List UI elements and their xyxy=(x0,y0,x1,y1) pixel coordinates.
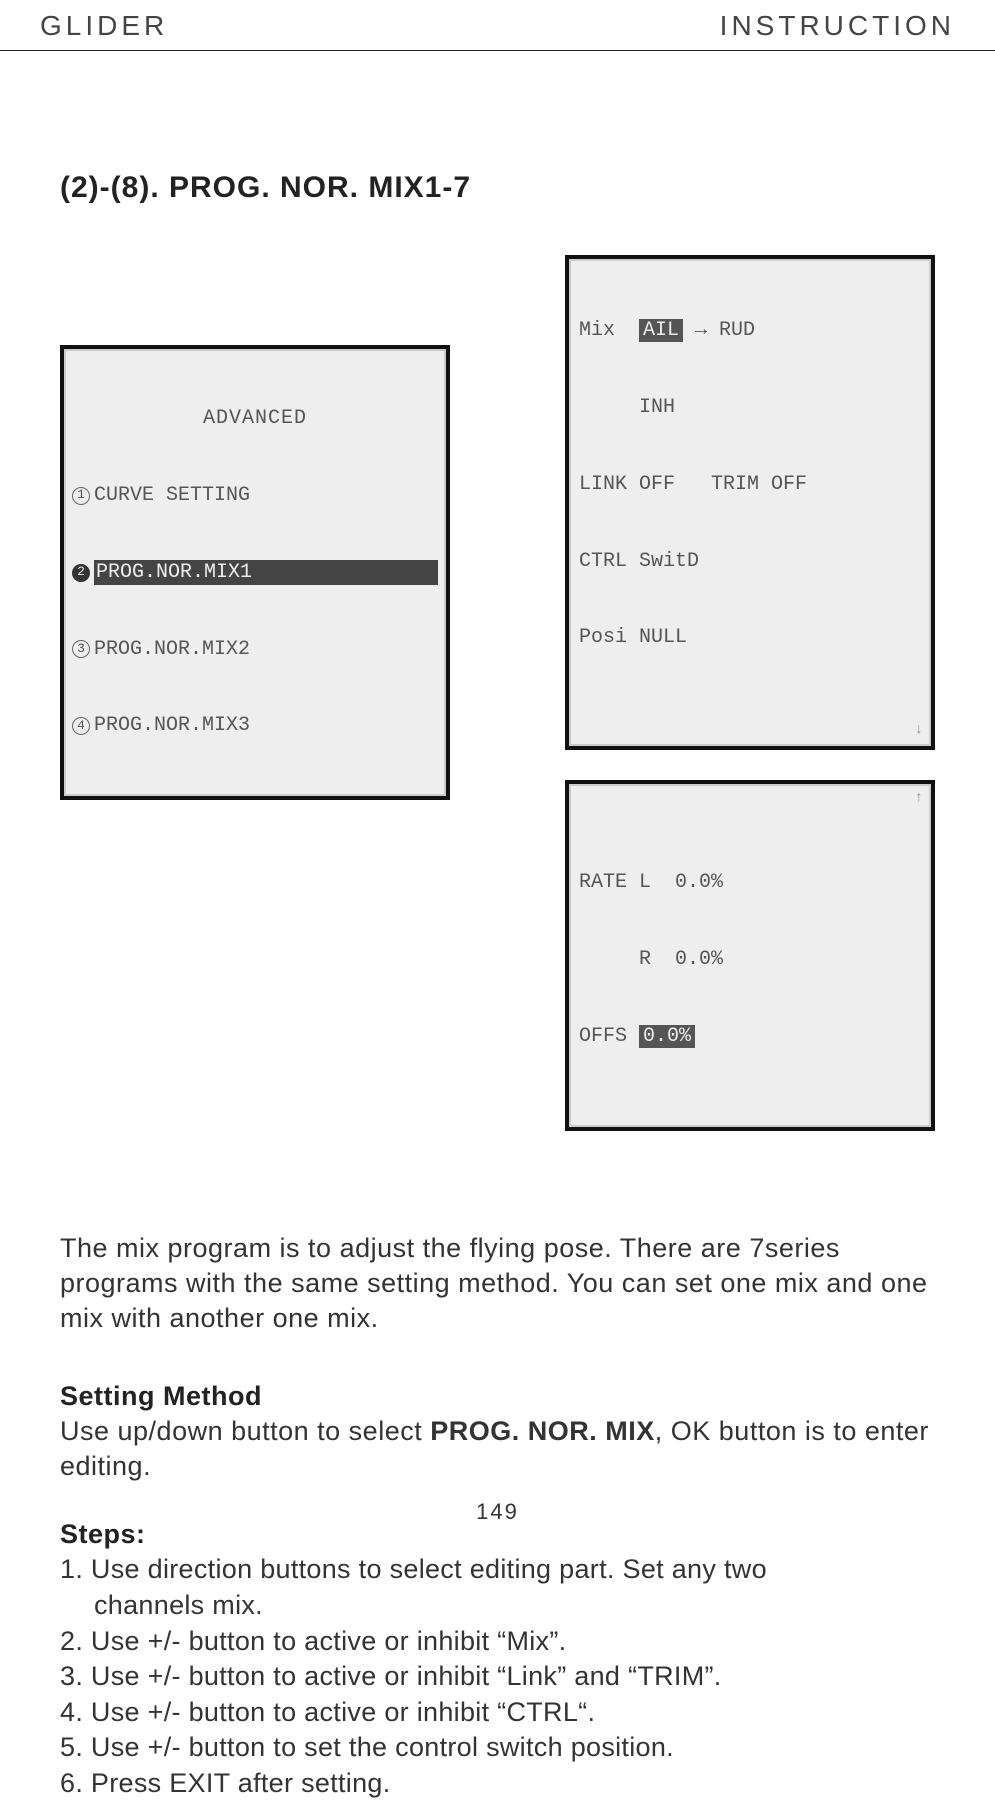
lcd-row-number: 2 xyxy=(72,564,90,582)
setting-method-body: Use up/down button to select PROG. NOR. … xyxy=(60,1414,935,1484)
setting-method-title: Setting Method xyxy=(60,1381,935,1412)
lcd-menu-row: 4 PROG.NOR.MIX3 xyxy=(68,713,442,739)
lcd-row-number: 4 xyxy=(72,717,90,735)
lcd-row-number: 3 xyxy=(72,640,90,658)
lcd-screenshots-row: ADVANCED 1 CURVE SETTING 2 PROG.NOR.MIX1… xyxy=(60,255,935,1131)
lcd-rate-line2: R 0.0% xyxy=(579,947,921,973)
setting-method-section: Setting Method Use up/down button to sel… xyxy=(60,1381,935,1484)
lcd-row-label-selected: PROG.NOR.MIX1 xyxy=(94,560,438,586)
lcd-right-column: Mix AIL → RUD INH LINK OFF TRIM OFF CTRL… xyxy=(565,255,935,1131)
lcd-menu-title: ADVANCED xyxy=(68,406,442,432)
steps-list: 1. Use direction buttons to select editi… xyxy=(60,1552,935,1801)
step-line: 4. Use +/- button to active or inhibit “… xyxy=(60,1695,935,1731)
step-line: 2. Use +/- button to active or inhibit “… xyxy=(60,1624,935,1660)
lcd-row-label: PROG.NOR.MIX2 xyxy=(94,637,250,663)
lcd-advanced-menu: ADVANCED 1 CURVE SETTING 2 PROG.NOR.MIX1… xyxy=(60,345,450,800)
lcd-rate-line3: OFFS 0.0% xyxy=(579,1024,921,1050)
step-line: 6. Press EXIT after setting. xyxy=(60,1766,935,1802)
lcd-mix-settings: Mix AIL → RUD INH LINK OFF TRIM OFF CTRL… xyxy=(565,255,935,750)
lcd-mix-line4: CTRL SwitD xyxy=(579,549,921,575)
header-right: INSTRUCTION xyxy=(720,10,955,42)
lcd-menu-row: 1 CURVE SETTING xyxy=(68,483,442,509)
lcd-row-number: 1 xyxy=(72,487,90,505)
section-title: (2)-(8). PROG. NOR. MIX1-7 xyxy=(60,171,935,205)
lcd-row-label: CURVE SETTING xyxy=(94,483,250,509)
page-header: GLIDER INSTRUCTION xyxy=(0,0,995,51)
setting-method-bold: PROG. NOR. MIX xyxy=(430,1416,655,1446)
lcd-left-column: ADVANCED 1 CURVE SETTING 2 PROG.NOR.MIX1… xyxy=(60,255,450,800)
step-line: 5. Use +/- button to set the control swi… xyxy=(60,1730,935,1766)
lcd-mix-highlight: AIL xyxy=(639,319,683,342)
scroll-up-icon: ↑ xyxy=(915,790,923,808)
lcd-mix-line5: Posi NULL xyxy=(579,625,921,651)
lcd-mix-line1: Mix AIL → RUD xyxy=(579,318,921,344)
lcd-mix-line2: INH xyxy=(579,395,921,421)
lcd-rate-settings: ↑ RATE L 0.0% R 0.0% OFFS 0.0% xyxy=(565,780,935,1131)
lcd-rate-highlight: 0.0% xyxy=(639,1025,695,1048)
lcd-mix-line3: LINK OFF TRIM OFF xyxy=(579,472,921,498)
intro-paragraph: The mix program is to adjust the flying … xyxy=(60,1231,935,1336)
steps-section: Steps: 1. Use direction buttons to selec… xyxy=(60,1519,935,1801)
step-line-cont: channels mix. xyxy=(60,1588,935,1624)
header-left: GLIDER xyxy=(40,10,168,42)
page-number: 149 xyxy=(0,1499,995,1525)
lcd-menu-row: 3 PROG.NOR.MIX2 xyxy=(68,637,442,663)
page-content: (2)-(8). PROG. NOR. MIX1-7 ADVANCED 1 CU… xyxy=(0,51,995,1802)
lcd-row-label: PROG.NOR.MIX3 xyxy=(94,713,250,739)
scroll-down-icon: ↓ xyxy=(915,722,923,740)
step-line: 3. Use +/- button to active or inhibit “… xyxy=(60,1659,935,1695)
step-line: 1. Use direction buttons to select editi… xyxy=(60,1552,935,1588)
lcd-menu-row-selected: 2 PROG.NOR.MIX1 xyxy=(68,560,442,586)
lcd-rate-line1: RATE L 0.0% xyxy=(579,870,921,896)
